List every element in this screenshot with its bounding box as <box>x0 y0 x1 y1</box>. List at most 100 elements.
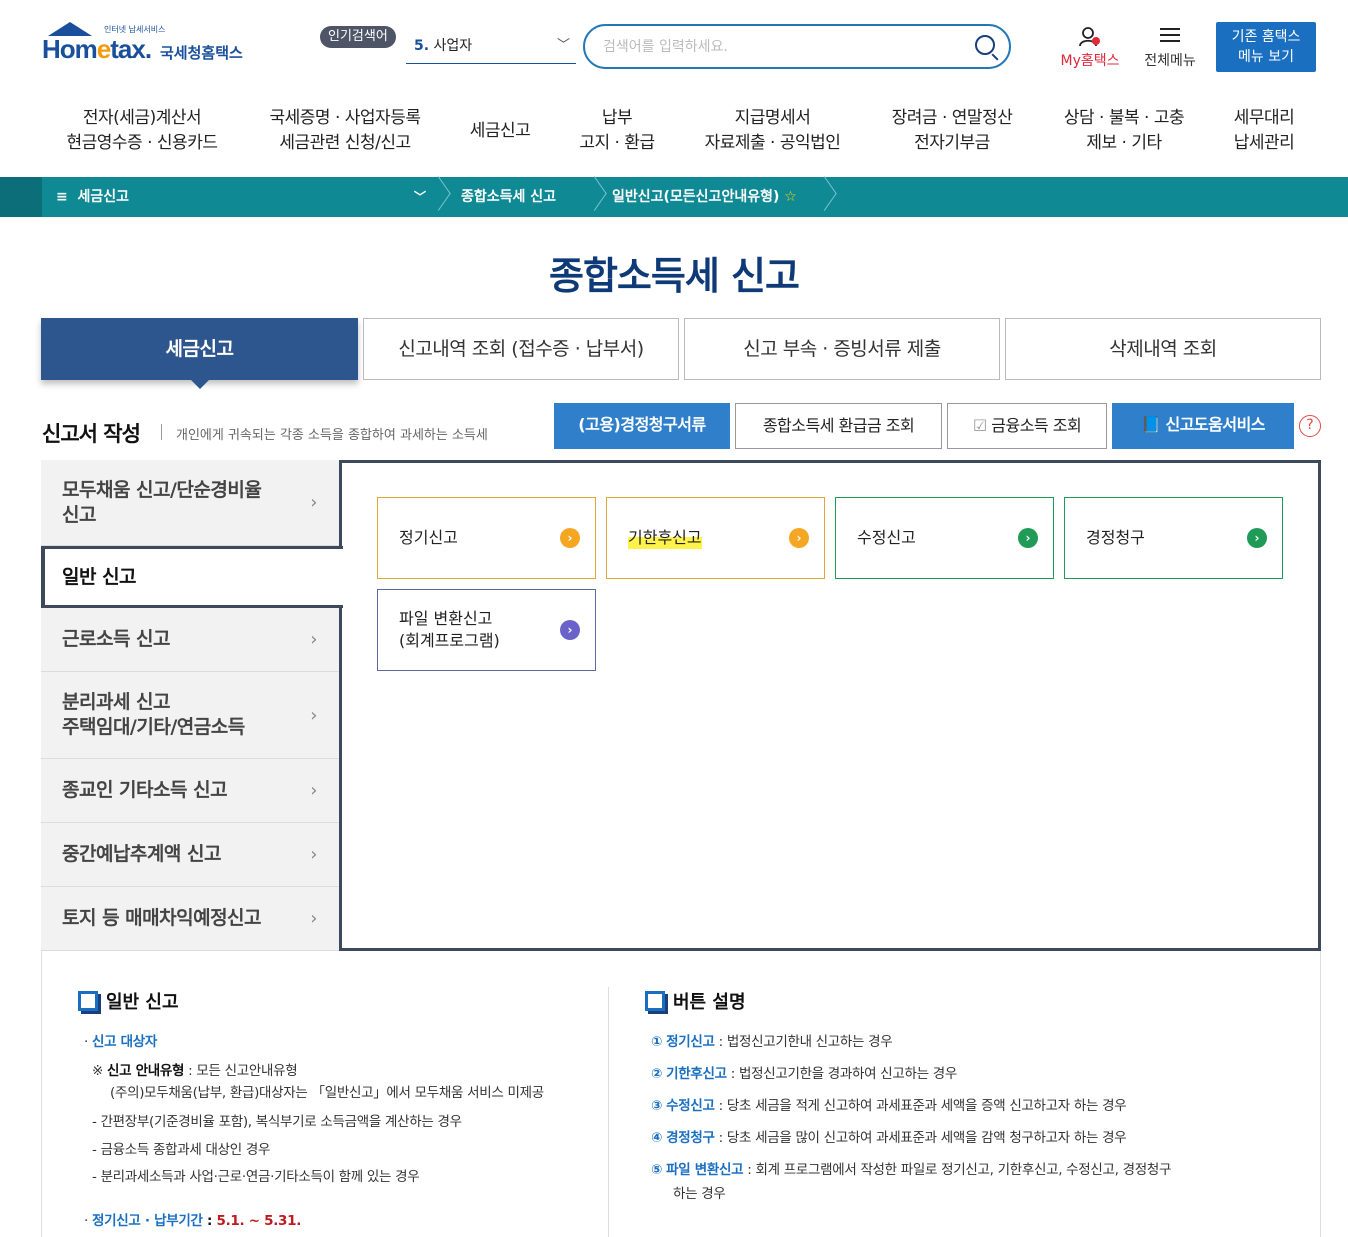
button-desc-item: ④ 경정청구 : 당초 세금을 많이 신고하여 과세표준과 세액을 감액 청구하… <box>651 1126 1127 1146</box>
popular-rank: 5. <box>414 38 430 54</box>
search-input[interactable] <box>603 35 963 59</box>
late-filing-button[interactable]: 기한후신고 › <box>606 497 825 579</box>
chevron-down-icon: ﹀ <box>556 38 570 53</box>
gnb-label: 국세증명 · 사업자등록 <box>269 108 421 128</box>
item-num: ④ <box>651 1130 663 1146</box>
section-title: 신고서 작성 <box>42 422 141 446</box>
left-nav-item-separate-tax[interactable]: 분리과세 신고주택임대/기타/연금소득 › <box>41 672 341 759</box>
breadcrumb-item-label: 일반신고(모든신고안내유형) <box>612 189 780 205</box>
breadcrumb-item-income-tax[interactable]: 종합소득세 신고 <box>461 177 556 217</box>
item-num: ③ <box>651 1098 663 1114</box>
option-label: (회계프로그램) <box>399 631 500 650</box>
gnb-item-certificate[interactable]: 국세증명 · 사업자등록 세금관련 신청/신고 <box>255 106 435 158</box>
left-nav-item-land-trade[interactable]: 토지 등 매매차익예정신고 › <box>41 887 341 951</box>
filing-help-service-button[interactable]: 📘 신고도움서비스 <box>1112 403 1294 449</box>
note-line: ※ 신고 안내유형 : 모든 신고안내유형 <box>92 1063 298 1079</box>
popular-search-select[interactable]: 5. 사업자 ﹀ <box>406 32 576 64</box>
chevron-right-icon: › <box>310 704 317 726</box>
left-nav-label: 중간예납추계액 신고 <box>62 843 221 865</box>
gnb-item-incentive[interactable]: 장려금 · 연말정산 전자기부금 <box>877 106 1027 158</box>
menu-lines-icon: ≡ <box>56 189 78 205</box>
left-nav-item-interim[interactable]: 중간예납추계액 신고 › <box>41 823 341 887</box>
gnb-item-e-invoice[interactable]: 전자(세금)계산서현금영수증 · 신용카드 <box>52 106 232 158</box>
gnb-label: 상담 · 불복 · 고충 <box>1063 108 1185 128</box>
old-menu-label-2: 메뉴 보기 <box>1238 49 1294 65</box>
chevron-right-icon: › <box>789 528 809 548</box>
my-hometax-label: My홈택스 <box>1060 53 1120 69</box>
breadcrumb-separator-icon <box>818 177 832 217</box>
gnb-label: 전자기부금 <box>914 133 990 153</box>
button-desc-item: ⑤ 파일 변환신고 : 회계 프로그램에서 작성한 파일로 정기신고, 기한후신… <box>651 1158 1171 1178</box>
left-nav-label: 신고 <box>62 503 96 526</box>
left-nav-label: 주택임대/기타/연금소득 <box>62 716 245 738</box>
left-nav-label: 모두채움 신고/단순경비율 <box>62 478 262 501</box>
gnb-item-tax-agent[interactable]: 세무대리 납세관리 <box>1220 106 1308 158</box>
breadcrumb: ≡ 세금신고 ﹀ 종합소득세 신고 일반신고(모든신고안내유형) ☆ <box>0 177 1348 217</box>
item-text: : 법정신고기한을 경과하여 신고하는 경우 <box>726 1066 958 1082</box>
item-label: 기한후신고 <box>666 1066 727 1082</box>
breadcrumb-menu-select[interactable]: ≡ 세금신고 ﹀ <box>42 177 436 217</box>
left-nav-item-earned-income[interactable]: 근로소득 신고 › <box>41 608 341 672</box>
hometax-logo[interactable]: 인터넷 납세서비스 Hometax. 국세청홈택스 <box>42 22 262 74</box>
note-caution: (주의)모두채움(납부, 환급)대상자는 「일반신고」에서 모두채움 서비스 미… <box>110 1085 544 1101</box>
tab-deleted-history[interactable]: 삭제내역 조회 <box>1005 318 1321 380</box>
breadcrumb-separator-icon <box>588 177 602 217</box>
item-text: : 당초 세금을 많이 신고하여 과세표준과 세액을 감액 청구하고자 하는 경… <box>714 1130 1127 1146</box>
button-desc-item-cont: 하는 경우 <box>673 1186 726 1202</box>
financial-income-label: 금융소득 조회 <box>991 416 1082 435</box>
filing-options-panel: 정기신고 › 기한후신고 › 수정신고 › 경정청구 › 파일 변환신고 (회계프로그램)… <box>339 460 1321 951</box>
chevron-right-icon: › <box>560 620 580 640</box>
old-menu-button[interactable]: 기존 홈택스 메뉴 보기 <box>1216 22 1316 72</box>
breadcrumb-item-general[interactable]: 일반신고(모든신고안내유형) ☆ <box>612 177 797 217</box>
left-nav-label: 토지 등 매매차익예정신고 <box>62 907 262 929</box>
chevron-right-icon: › <box>310 492 317 513</box>
item-num: ① <box>651 1034 663 1050</box>
left-nav-item-simple[interactable]: 모두채움 신고/단순경비율 신고 › <box>41 460 341 546</box>
my-hometax-button[interactable]: My홈택스 <box>1054 26 1126 70</box>
tab-return-history[interactable]: 신고내역 조회 (접수증 · 납부서) <box>363 318 679 380</box>
gnb-item-payment[interactable]: 납부 고지 · 환급 <box>567 106 667 158</box>
old-menu-label-1: 기존 홈택스 <box>1231 29 1301 45</box>
gnb-label: 세무대리 <box>1233 108 1295 128</box>
chevron-right-icon: › <box>310 780 317 801</box>
star-icon[interactable]: ☆ <box>784 189 797 205</box>
info-divider <box>608 987 609 1237</box>
file-conversion-filing-button[interactable]: 파일 변환신고 (회계프로그램) › <box>377 589 596 671</box>
note-text: : 모든 신고안내유형 <box>184 1063 298 1079</box>
button-desc-item: ② 기한후신고 : 법정신고기한을 경과하여 신고하는 경우 <box>651 1062 957 1082</box>
left-nav-label: 분리과세 신고 <box>62 691 170 713</box>
gnb-item-tax-return[interactable]: 세금신고 <box>455 106 545 158</box>
period-label: 정기신고 · 납부기간 <box>91 1213 203 1229</box>
left-nav-item-religious[interactable]: 종교인 기타소득 신고 › <box>41 759 341 823</box>
hamburger-icon <box>1159 26 1181 44</box>
employment-correction-docs-button[interactable]: (고용)경정청구서류 <box>554 403 730 449</box>
note-label: 신고 안내유형 <box>107 1063 185 1079</box>
gnb-item-payment-statement[interactable]: 지급명세서 자료제출 · 공익법인 <box>690 106 855 158</box>
target-heading: · 신고 대상자 <box>84 1034 157 1050</box>
left-nav-item-general[interactable]: 일반 신고 <box>41 546 343 608</box>
logo-wordmark: Hometax. <box>42 34 152 64</box>
all-menu-button[interactable]: 전체메뉴 <box>1138 26 1202 70</box>
help-icon[interactable]: ? <box>1299 415 1321 437</box>
period-line: · 정기신고 · 납부기간 : 5.1. ~ 5.31. <box>84 1213 302 1229</box>
search-icon[interactable] <box>975 35 995 55</box>
book-icon: 📘 <box>1140 415 1161 434</box>
item-label: 파일 변환신고 <box>666 1162 744 1178</box>
item-text: : 당초 세금을 적게 신고하여 과세표준과 세액을 증액 신고하고자 하는 경… <box>714 1098 1127 1114</box>
tab-attachment-submit[interactable]: 신고 부속 · 증빙서류 제출 <box>684 318 1000 380</box>
gnb-label: 현금영수증 · 신용카드 <box>66 133 218 153</box>
tab-tax-return[interactable]: 세금신고 <box>41 318 358 389</box>
financial-income-inquiry-button[interactable]: ☑ 금융소득 조회 <box>947 403 1107 449</box>
breadcrumb-separator-icon <box>432 177 446 217</box>
gnb-label: 전자(세금)계산서 <box>82 108 202 128</box>
refund-inquiry-button[interactable]: 종합소득세 환급금 조회 <box>735 403 942 449</box>
correction-claim-button[interactable]: 경정청구 › <box>1064 497 1283 579</box>
item-label: 경정청구 <box>666 1130 715 1146</box>
section-divider <box>161 424 162 440</box>
option-label: 파일 변환신고 <box>399 609 493 628</box>
chevron-right-icon: › <box>1247 528 1267 548</box>
gnb-item-consult[interactable]: 상담 · 불복 · 고충 제보 · 기타 <box>1050 106 1198 158</box>
amended-filing-button[interactable]: 수정신고 › <box>835 497 1054 579</box>
regular-filing-button[interactable]: 정기신고 › <box>377 497 596 579</box>
option-label: 정기신고 <box>399 528 458 547</box>
